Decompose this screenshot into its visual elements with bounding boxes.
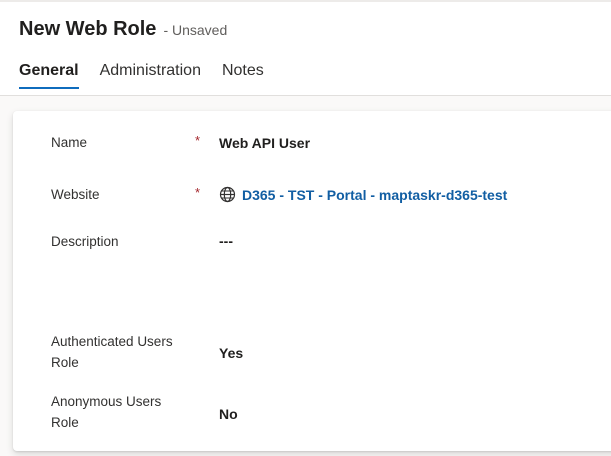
form-header: New Web Role - Unsaved General Administr… [0,2,611,96]
label-line: Anonymous Users [51,394,162,409]
label-line: Authenticated Users [51,334,173,349]
page-title: New Web Role [19,18,157,40]
tab-general[interactable]: General [19,62,79,89]
field-anonymous-users-role: Anonymous Users Role No [51,391,611,433]
field-description: Description --- [51,231,611,255]
anonymous-users-role-label: Anonymous Users Role [51,391,191,433]
field-authenticated-users-role: Authenticated Users Role Yes [51,331,611,373]
name-label: Name [51,135,88,150]
anonymous-users-role-value[interactable]: No [219,406,238,422]
description-value[interactable]: --- [219,233,233,249]
website-label: Website [51,187,100,202]
general-section-card: Name * Web API User Website * D365 - TST… [13,111,611,451]
field-name: Name * Web API User [51,132,611,156]
website-link[interactable]: D365 - TST - Portal - maptaskr-d365-test [242,187,507,203]
authenticated-users-role-value[interactable]: Yes [219,345,243,361]
label-line: Role [51,355,79,370]
authenticated-users-role-label: Authenticated Users Role [51,331,191,373]
label-line: Role [51,415,79,430]
tab-notes[interactable]: Notes [222,62,264,88]
field-website: Website * D365 - TST - Portal - maptaskr… [51,184,611,208]
tab-administration[interactable]: Administration [100,62,201,88]
description-label: Description [51,234,119,249]
name-value[interactable]: Web API User [219,135,310,151]
tab-bar: General Administration Notes [19,62,285,89]
website-lookup[interactable]: D365 - TST - Portal - maptaskr-d365-test [219,186,507,203]
required-indicator: * [195,185,201,200]
required-indicator: * [195,133,201,148]
save-status: - Unsaved [163,22,228,38]
globe-icon [219,186,236,203]
title-row: New Web Role - Unsaved [19,18,227,41]
